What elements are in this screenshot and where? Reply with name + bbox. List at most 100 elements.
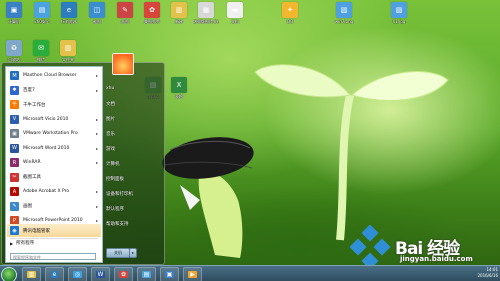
desktop-icon-label: IE浏览器: [61, 19, 77, 24]
start-menu-place-link[interactable]: 图片: [106, 116, 115, 122]
desktop-icon-top-2[interactable]: e IE浏览器: [56, 2, 82, 24]
taskbar-app-button[interactable]: ✿: [114, 267, 133, 281]
start-menu-place-link[interactable]: xhu: [106, 86, 114, 91]
desktop-icon-glyph: ✿: [144, 2, 160, 18]
taskbar-app-button[interactable]: ◎: [68, 267, 87, 281]
shutdown-options-button[interactable]: ▸: [129, 248, 137, 258]
desktop-icon-glyph: ♻: [6, 40, 22, 56]
desktop-icon-label: 增强版图片文件夹: [193, 19, 219, 24]
taskbar-app-icon: e: [50, 271, 59, 278]
desktop-icon-glyph: ▥: [171, 2, 187, 18]
desktop-icon-top-6[interactable]: ▥ 新建: [166, 2, 192, 24]
desktop-icon-glyph: ▧: [336, 2, 352, 18]
submenu-arrow-icon: ▸: [95, 189, 98, 194]
desktop-icon-top-0[interactable]: ▣ 计算机: [1, 2, 27, 24]
program-icon: ▣: [10, 129, 19, 138]
desktop-icon-mid-1[interactable]: X 表格: [166, 77, 192, 99]
desktop-icon-top-10[interactable]: ▧ win7.png: [331, 2, 357, 24]
desktop-icon-top-1[interactable]: ▤ 360安全: [29, 2, 55, 24]
taskbar-app-button[interactable]: ▶: [183, 267, 202, 281]
clock-date: 2016/6/16: [477, 273, 498, 278]
desktop-icon-glyph: ✉: [33, 40, 49, 56]
start-menu-item[interactable]: ✎ 画图 ▸: [7, 200, 101, 213]
taskbar-app-button[interactable]: ▥: [22, 267, 41, 281]
program-icon: ✱: [10, 85, 19, 95]
start-menu-item[interactable]: R WinRAR ▸: [7, 156, 101, 169]
start-menu-place-link[interactable]: 游戏: [106, 146, 115, 152]
desktop-icon-top-3[interactable]: ◫ 截图: [84, 2, 110, 24]
taskbar-app-button[interactable]: ▤: [137, 267, 156, 281]
start-button[interactable]: [1, 267, 17, 281]
start-menu-place-link[interactable]: 默认程序: [106, 206, 124, 212]
start-menu-place-link[interactable]: 文档: [106, 101, 115, 107]
start-menu-item[interactable]: V Microsoft Visio 2010 ▸: [7, 113, 101, 126]
program-icon: R: [10, 158, 19, 167]
desktop-icon-label: 截图: [93, 19, 101, 24]
desktop-icon-top-9[interactable]: ✦ QQ: [277, 2, 303, 24]
start-menu-place-link[interactable]: 计算机: [106, 161, 120, 167]
desktop-icon-label: win7.png: [334, 19, 354, 24]
program-icon: ✂: [10, 172, 19, 182]
desktop-icon-left-0[interactable]: ♻ 回收站: [1, 40, 27, 62]
start-menu-item[interactable]: ✂ 截图工具: [7, 171, 101, 184]
desktop-icon-glyph: ▥: [60, 40, 76, 56]
arrow-right-icon: ▶: [10, 240, 14, 246]
program-icon: 千: [10, 100, 19, 109]
program-label: 百度7: [23, 88, 35, 93]
user-avatar[interactable]: [112, 53, 134, 75]
desktop-icon-glyph: X: [171, 77, 187, 93]
desktop-icon-top-5[interactable]: ✿ 美图秀秀: [139, 2, 165, 24]
start-menu-place-link[interactable]: 设备和打印机: [106, 191, 133, 197]
program-icon: ◉: [10, 226, 19, 235]
desktop-icon-top-4[interactable]: ✎ 画图: [112, 2, 138, 24]
start-menu-item[interactable]: 千千牛工作台: [7, 98, 101, 111]
desktop-icon-top-8[interactable]: ▬ 文档: [222, 2, 248, 24]
desktop-icon-left-1[interactable]: ✉ 微信: [28, 40, 54, 62]
taskbar: ▥ e ◎ W ✿ ▤ ▣ ▶ 14:01 2016/6/16: [0, 265, 500, 281]
start-menu-item[interactable]: M Maxthon Cloud Browser ▸: [7, 69, 101, 82]
taskbar-app-button[interactable]: W: [91, 267, 110, 281]
desktop-icon-glyph: ▧: [391, 2, 407, 18]
start-menu-item[interactable]: ▣ VMware Workstation Pro ▸: [7, 127, 101, 140]
taskbar-app-icon: ▤: [141, 271, 152, 278]
submenu-arrow-icon: ▸: [95, 73, 98, 78]
desktop-icon-glyph: ◫: [89, 2, 105, 18]
desktop-icon-glyph: ✎: [117, 2, 133, 18]
taskbar-app-icon: ✿: [118, 271, 129, 278]
program-icon: W: [10, 143, 19, 153]
taskbar-app-icon: ▶: [188, 271, 197, 278]
start-menu-item[interactable]: W Microsoft Word 2010 ▸: [7, 142, 101, 155]
desktop-icon-glyph: ▬: [227, 2, 243, 18]
all-programs-label: 所有程序: [16, 241, 35, 246]
program-label: WinRAR: [23, 160, 41, 165]
desktop-icon-label: 文档: [231, 19, 239, 24]
start-menu-place-link[interactable]: 帮助和支持: [106, 221, 129, 227]
all-programs-button[interactable]: ▶ 所有程序: [10, 240, 35, 247]
desktop-icon-glyph: ▤: [34, 2, 50, 18]
start-menu-place-link[interactable]: 音乐: [106, 131, 115, 137]
submenu-arrow-icon: ▸: [95, 87, 98, 93]
program-label: Microsoft PowerPoint 2010: [23, 218, 83, 223]
program-label: 千牛工作台: [23, 102, 46, 108]
taskbar-app-button[interactable]: ▣: [160, 267, 179, 281]
program-label: 腾讯电脑管家: [23, 228, 50, 234]
program-label: Adobe Acrobat X Pro: [23, 189, 70, 194]
desktop-icon-top-11[interactable]: ▧ 01.jpg: [386, 2, 412, 24]
submenu-arrow-icon: ▸: [95, 116, 98, 122]
taskbar-app-icon: ▣: [164, 271, 175, 278]
start-menu-item[interactable]: ◉ 腾讯电脑管家: [7, 224, 101, 237]
desktop-icon-left-2[interactable]: ▥ 文件夹: [55, 40, 81, 62]
start-search-input[interactable]: 搜索程序和文件: [10, 253, 96, 260]
shutdown-button[interactable]: 关机: [106, 248, 130, 258]
desktop-icon-label: 新建: [175, 19, 183, 24]
start-menu-item[interactable]: ✱ 百度7 ▸: [7, 84, 101, 97]
submenu-arrow-icon: ▸: [95, 203, 98, 209]
start-menu-place-link[interactable]: 控制面板: [106, 176, 124, 182]
desktop-icon-label: QQ: [286, 19, 294, 24]
taskbar-app-button[interactable]: e: [45, 267, 64, 281]
watermark-url: jingyan.baidu.com: [400, 255, 473, 263]
program-icon: A: [10, 187, 19, 196]
desktop-icon-top-7[interactable]: ▦增强版图片文件夹: [193, 2, 219, 24]
start-menu-item[interactable]: A Adobe Acrobat X Pro ▸: [7, 185, 101, 198]
system-tray-clock[interactable]: 14:01 2016/6/16: [477, 267, 498, 281]
